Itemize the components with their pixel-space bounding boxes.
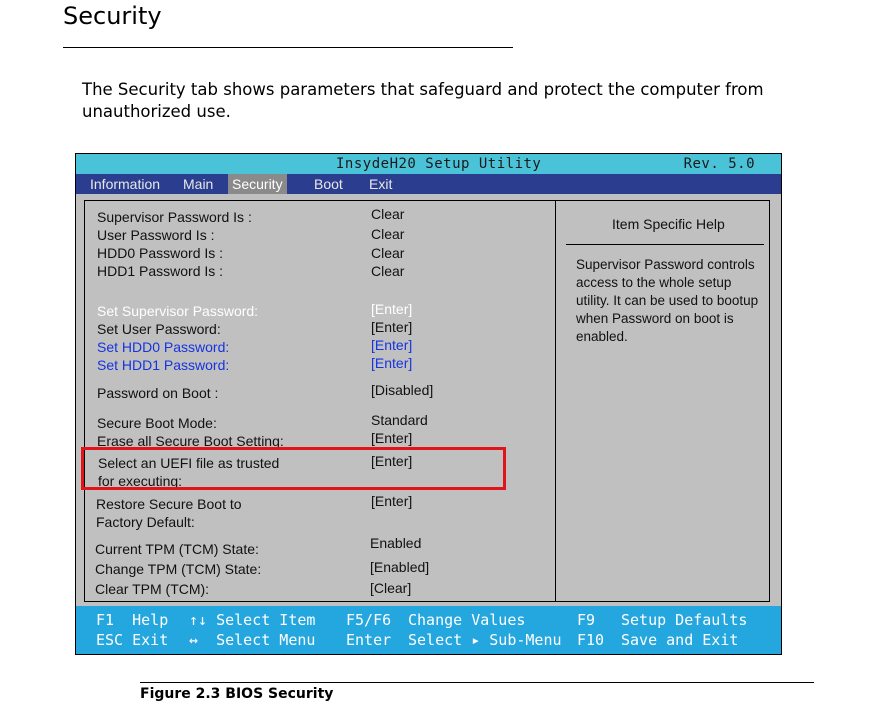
uefi-highlight-box [81,447,506,490]
change-values-hint: Change Values [408,611,526,629]
hdd1-password-status-label: HDD1 Password Is : [97,263,224,279]
set-hdd0-password-value[interactable]: [Enter] [371,336,412,354]
bios-content-panel: Supervisor Password Is : Clear User Pass… [76,194,781,606]
bios-titlebar: InsydeH20 Setup Utility Rev. 5.0 [76,154,781,174]
set-hdd1-password-label[interactable]: Set HDD1 Password: [97,356,229,374]
set-hdd0-password-label[interactable]: Set HDD0 Password: [97,338,229,356]
section-title: Security [63,2,162,30]
hdd0-password-status-label: HDD0 Password Is : [97,245,224,261]
restore-secure-boot-label-line2[interactable]: Factory Default: [96,513,195,531]
bios-window: InsydeH20 Setup Utility Rev. 5.0 Informa… [75,153,782,655]
select-submenu-hint: Select ▸ Sub-Menu [408,631,562,649]
caption-rule [140,682,814,683]
tab-information[interactable]: Information [90,174,160,194]
panel-divider [555,201,556,601]
help-title: Item Specific Help [612,216,725,232]
enter-key: Enter [346,631,392,649]
help-text: Supervisor Password controls access to t… [576,257,759,344]
figure-caption: Figure 2.3 BIOS Security [140,686,334,702]
set-user-password-value[interactable]: [Enter] [371,318,412,336]
tab-boot[interactable]: Boot [314,174,343,194]
set-supervisor-password-value[interactable]: [Enter] [371,300,412,318]
tab-exit[interactable]: Exit [369,174,392,194]
set-hdd1-password-value[interactable]: [Enter] [371,354,412,372]
tab-main[interactable]: Main [183,174,213,194]
secure-boot-mode-value[interactable]: Standard [371,411,428,429]
bios-title: InsydeH20 Setup Utility [336,156,542,172]
f9-key: F9 [577,611,596,629]
set-supervisor-password-label[interactable]: Set Supervisor Password: [97,302,258,320]
help-underline [566,244,764,245]
current-tpm-state-value: Enabled [370,535,422,551]
supervisor-password-status-value: Clear [371,206,405,222]
user-password-status-label: User Password Is : [97,227,215,243]
bios-menubar: Information Main Security Boot Exit [76,174,781,194]
restore-secure-boot-label[interactable]: Restore Secure Boot to [96,495,242,513]
clear-tpm-label[interactable]: Clear TPM (TCM): [95,580,209,598]
f5f6-key: F5/F6 [346,611,392,629]
erase-secure-boot-value[interactable]: [Enter] [371,429,412,447]
password-on-boot-value[interactable]: [Disabled] [371,381,433,399]
intro-paragraph: The Security tab shows parameters that s… [82,80,764,121]
select-menu-hint: ↔ Select Menu [189,631,316,649]
secure-boot-mode-label[interactable]: Secure Boot Mode: [97,414,217,432]
help-key-hint: F1 Help [96,611,169,629]
f10-key: F10 [577,631,605,649]
supervisor-password-status-label: Supervisor Password Is : [97,209,252,225]
hdd1-password-status-value: Clear [371,263,405,279]
title-underline [63,47,513,48]
user-password-status-value: Clear [371,226,405,242]
set-user-password-label[interactable]: Set User Password: [97,320,221,338]
bios-footer-keys: F1 Help ESC Exit ↑↓ Select Item ↔ Select… [76,606,781,654]
exit-key-hint: ESC Exit [96,631,169,649]
select-item-hint: ↑↓ Select Item [189,611,316,629]
password-on-boot-label[interactable]: Password on Boot : [97,384,218,402]
bios-revision: Rev. 5.0 [683,156,755,172]
change-tpm-state-value[interactable]: [Enabled] [370,558,429,576]
current-tpm-state-label: Current TPM (TCM) State: [95,541,259,557]
save-exit-hint: Save and Exit [621,631,739,649]
hdd0-password-status-value: Clear [371,245,405,261]
clear-tpm-value[interactable]: [Clear] [370,579,411,597]
change-tpm-state-label[interactable]: Change TPM (TCM) State: [95,560,261,578]
setup-defaults-hint: Setup Defaults [621,611,748,629]
restore-secure-boot-value[interactable]: [Enter] [371,492,412,510]
tab-security[interactable]: Security [228,174,287,194]
